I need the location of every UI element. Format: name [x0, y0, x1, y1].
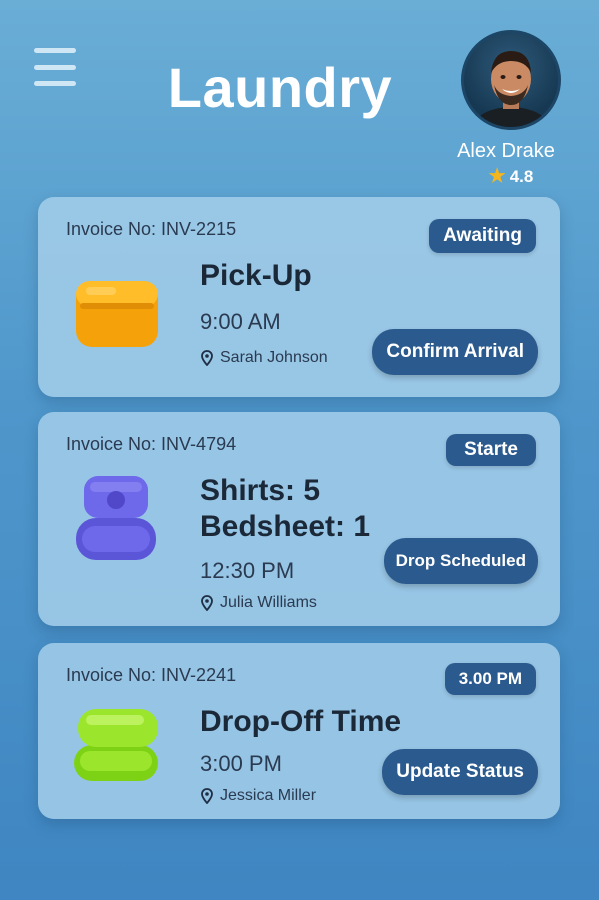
order-person: Jessica Miller	[200, 787, 316, 805]
box-icon	[68, 259, 166, 357]
order-title: Pick-Up	[200, 259, 312, 292]
person-name: Sarah Johnson	[220, 349, 328, 366]
drop-scheduled-button[interactable]: Drop Scheduled	[383, 538, 538, 584]
confirm-arrival-button[interactable]: Confirm Arrival	[372, 329, 538, 375]
user-profile[interactable]: Alex Drake ★ 4.8	[451, 30, 571, 188]
location-pin-icon	[201, 595, 213, 611]
order-time: 9:00 AM	[200, 309, 281, 334]
order-person: Sarah Johnson	[200, 349, 328, 367]
location-pin-icon	[201, 788, 213, 804]
avatar[interactable]	[461, 30, 561, 130]
person-name: Jessica Miller	[220, 787, 317, 804]
order-time: 12:30 PM	[200, 558, 295, 583]
time-badge: 3.00 PM	[444, 663, 536, 695]
order-time: 3:00 PM	[200, 751, 282, 776]
invoice-number: Invoice No: INV-2241	[66, 665, 237, 685]
status-badge: Starte	[446, 434, 536, 466]
location-pin-icon	[201, 350, 213, 366]
person-name: Julia Williams	[220, 594, 317, 611]
user-rating: ★ 4.8	[451, 165, 571, 188]
order-person: Julia Williams	[200, 594, 317, 612]
star-icon: ★	[488, 166, 506, 187]
order-title: Drop-Off Time	[200, 705, 402, 738]
update-status-button[interactable]: Update Status	[382, 749, 538, 795]
order-card[interactable]: Invoice No: INV-4794 Starte Shirts: 5 Be…	[38, 412, 560, 626]
order-card[interactable]: Invoice No: INV-2215 Awaiting Pick-Up 9:…	[38, 197, 560, 397]
folded-towels-icon	[68, 695, 166, 793]
user-name: Alex Drake	[457, 140, 555, 162]
rating-value: 4.8	[509, 166, 534, 186]
invoice-number: Invoice No: INV-4794	[66, 434, 237, 454]
order-title-line-2: Bedsheet: 1	[200, 510, 371, 543]
status-badge: Awaiting	[429, 219, 536, 253]
folded-laundry-icon	[68, 470, 166, 568]
order-card[interactable]: Invoice No: INV-2241 3.00 PM Drop-Off Ti…	[38, 643, 560, 819]
invoice-number: Invoice No: INV-2215	[66, 219, 237, 239]
order-title-line-1: Shirts: 5	[200, 474, 321, 507]
